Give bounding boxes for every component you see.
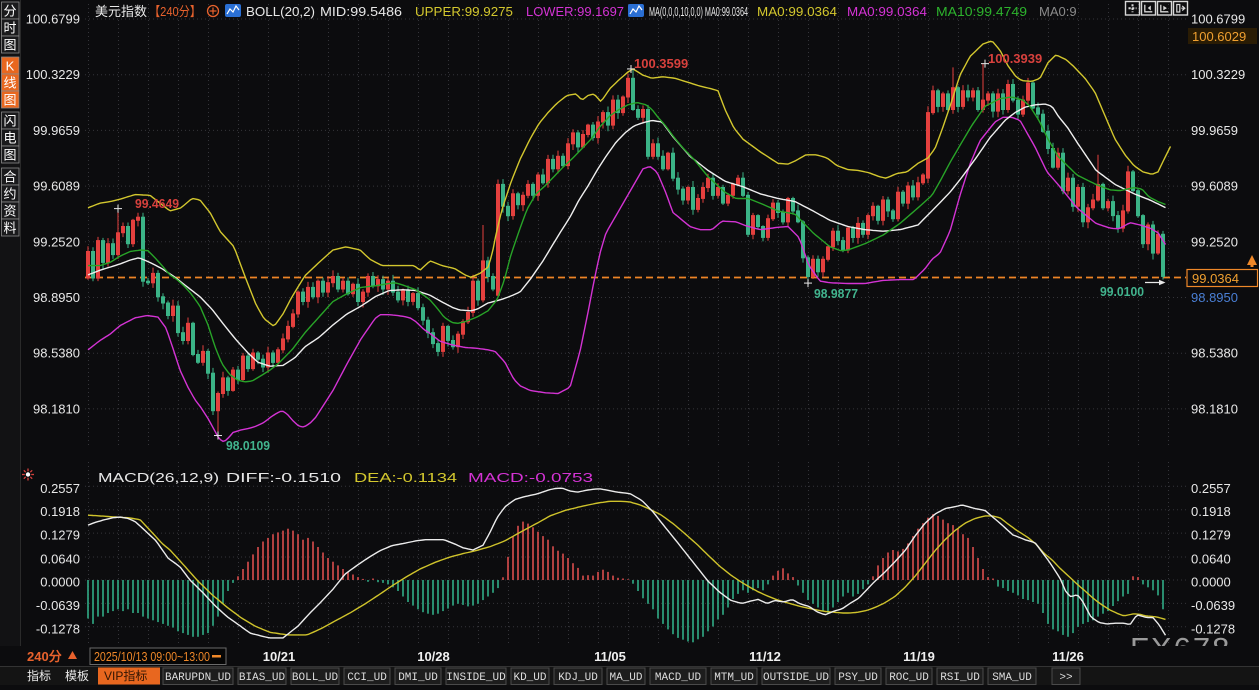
svg-text:100.3599: 100.3599 <box>634 56 688 71</box>
svg-text:100.3939: 100.3939 <box>988 51 1042 66</box>
svg-text:指标: 指标 <box>27 668 51 683</box>
svg-text:99.9659: 99.9659 <box>1191 123 1238 138</box>
svg-text:K: K <box>6 59 15 74</box>
svg-text:-0.0639: -0.0639 <box>1191 598 1235 613</box>
svg-text:0.1279: 0.1279 <box>1191 528 1231 543</box>
svg-text:MACD_UD: MACD_UD <box>655 672 702 684</box>
svg-text:0.1918: 0.1918 <box>1191 504 1231 519</box>
svg-text:MA0:9: MA0:9 <box>1039 4 1077 19</box>
svg-text:0.1279: 0.1279 <box>40 528 80 543</box>
svg-text:闪: 闪 <box>3 114 16 129</box>
svg-text:KD_UD: KD_UD <box>513 672 546 684</box>
svg-text:100.6799: 100.6799 <box>1191 12 1245 27</box>
svg-text:资: 资 <box>3 204 16 219</box>
svg-text:MACD:-0.0753: MACD:-0.0753 <box>468 470 593 485</box>
svg-text:电: 电 <box>3 131 16 146</box>
svg-text:11/05: 11/05 <box>594 649 626 664</box>
svg-text:DMI_UD: DMI_UD <box>398 672 438 684</box>
svg-text:BIAS_UD: BIAS_UD <box>239 672 286 684</box>
svg-text:BOLL_UD: BOLL_UD <box>292 672 339 684</box>
svg-text:MA0:99.0364: MA0:99.0364 <box>847 4 927 19</box>
svg-text:CCI_UD: CCI_UD <box>347 672 387 684</box>
svg-text:料: 料 <box>3 221 16 236</box>
svg-text:98.8950: 98.8950 <box>33 290 80 305</box>
svg-text:LOWER:99.1697: LOWER:99.1697 <box>526 4 624 19</box>
svg-text:11/19: 11/19 <box>903 649 935 664</box>
svg-text:11/26: 11/26 <box>1052 649 1084 664</box>
svg-text:99.4649: 99.4649 <box>135 196 179 211</box>
svg-text:99.6089: 99.6089 <box>1191 179 1238 194</box>
svg-text:98.1810: 98.1810 <box>1191 401 1238 416</box>
svg-text:98.5380: 98.5380 <box>1191 346 1238 361</box>
svg-text:0.0640: 0.0640 <box>40 552 80 567</box>
svg-text:10/28: 10/28 <box>417 649 450 664</box>
svg-text:MA(0,0,0,10,0,0) MA0:99.0364: MA(0,0,0,10,0,0) MA0:99.0364 <box>649 4 748 19</box>
svg-text:MACD(26,12,9): MACD(26,12,9) <box>98 470 219 485</box>
svg-text:MA10:99.4749: MA10:99.4749 <box>936 4 1027 19</box>
svg-text:MTM_UD: MTM_UD <box>714 672 754 684</box>
svg-text:99.9659: 99.9659 <box>33 123 80 138</box>
svg-text:INSIDE_UD: INSIDE_UD <box>446 672 506 684</box>
svg-text:KDJ_UD: KDJ_UD <box>558 672 598 684</box>
svg-text:100.3229: 100.3229 <box>26 67 80 82</box>
svg-text:99.2520: 99.2520 <box>33 234 80 249</box>
svg-text:100.6799: 100.6799 <box>26 12 80 27</box>
svg-text:2025/10/13 09:00~13:00: 2025/10/13 09:00~13:00 <box>94 649 210 664</box>
svg-text:DEA:-0.1134: DEA:-0.1134 <box>354 470 457 485</box>
svg-text:RSI_UD: RSI_UD <box>940 672 980 684</box>
svg-text:100.6029: 100.6029 <box>1192 29 1246 44</box>
svg-text:时: 时 <box>3 21 16 36</box>
svg-text:98.8950: 98.8950 <box>1191 290 1238 305</box>
svg-text:SMA_UD: SMA_UD <box>992 672 1032 684</box>
svg-text:>>: >> <box>1059 672 1072 684</box>
svg-text:0.2557: 0.2557 <box>1191 481 1231 496</box>
svg-text:99.0100: 99.0100 <box>1100 284 1144 299</box>
svg-text:-0.1278: -0.1278 <box>1191 621 1235 636</box>
svg-text:0.2557: 0.2557 <box>40 481 80 496</box>
svg-text:0.1918: 0.1918 <box>40 504 80 519</box>
svg-text:MID:99.5486: MID:99.5486 <box>320 4 402 19</box>
svg-text:图: 图 <box>3 38 16 53</box>
svg-text:98.5380: 98.5380 <box>33 346 80 361</box>
svg-text:UPPER:99.9275: UPPER:99.9275 <box>415 4 513 19</box>
svg-text:VIP指标: VIP指标 <box>104 668 147 683</box>
svg-text:图: 图 <box>3 148 16 163</box>
svg-text:98.9877: 98.9877 <box>814 286 858 301</box>
svg-text:99.0364: 99.0364 <box>1192 271 1239 286</box>
svg-text:OUTSIDE_UD: OUTSIDE_UD <box>763 672 829 684</box>
svg-text:0.0000: 0.0000 <box>40 575 80 590</box>
svg-text:10/21: 10/21 <box>263 649 296 664</box>
svg-text:BOLL(20,2): BOLL(20,2) <box>246 4 315 19</box>
svg-text:BARUPDN_UD: BARUPDN_UD <box>165 672 231 684</box>
svg-text:11/12: 11/12 <box>749 649 781 664</box>
svg-text:-0.1278: -0.1278 <box>36 621 80 636</box>
svg-text:美元指数: 美元指数 <box>95 4 147 19</box>
svg-text:MA_UD: MA_UD <box>609 672 642 684</box>
svg-text:模板: 模板 <box>65 669 89 683</box>
svg-text:98.1810: 98.1810 <box>33 401 80 416</box>
svg-text:99.2520: 99.2520 <box>1191 234 1238 249</box>
svg-text:【240分】: 【240分】 <box>149 4 201 19</box>
svg-text:约: 约 <box>3 187 16 202</box>
svg-text:240分: 240分 <box>27 649 62 664</box>
svg-text:-0.0639: -0.0639 <box>36 598 80 613</box>
svg-text:合: 合 <box>3 170 16 185</box>
svg-text:99.6089: 99.6089 <box>33 179 80 194</box>
svg-text:分: 分 <box>3 4 16 19</box>
svg-text:100.3229: 100.3229 <box>1191 67 1245 82</box>
svg-text:ROC_UD: ROC_UD <box>889 672 929 684</box>
svg-text:0.0640: 0.0640 <box>1191 552 1231 567</box>
svg-text:DIFF:-0.1510: DIFF:-0.1510 <box>226 470 341 485</box>
svg-text:98.0109: 98.0109 <box>226 438 270 453</box>
svg-text:线: 线 <box>3 76 16 91</box>
svg-text:0.0000: 0.0000 <box>1191 575 1231 590</box>
svg-text:图: 图 <box>3 93 16 108</box>
svg-text:MA0:99.0364: MA0:99.0364 <box>757 4 837 19</box>
svg-text:PSY_UD: PSY_UD <box>838 672 878 684</box>
